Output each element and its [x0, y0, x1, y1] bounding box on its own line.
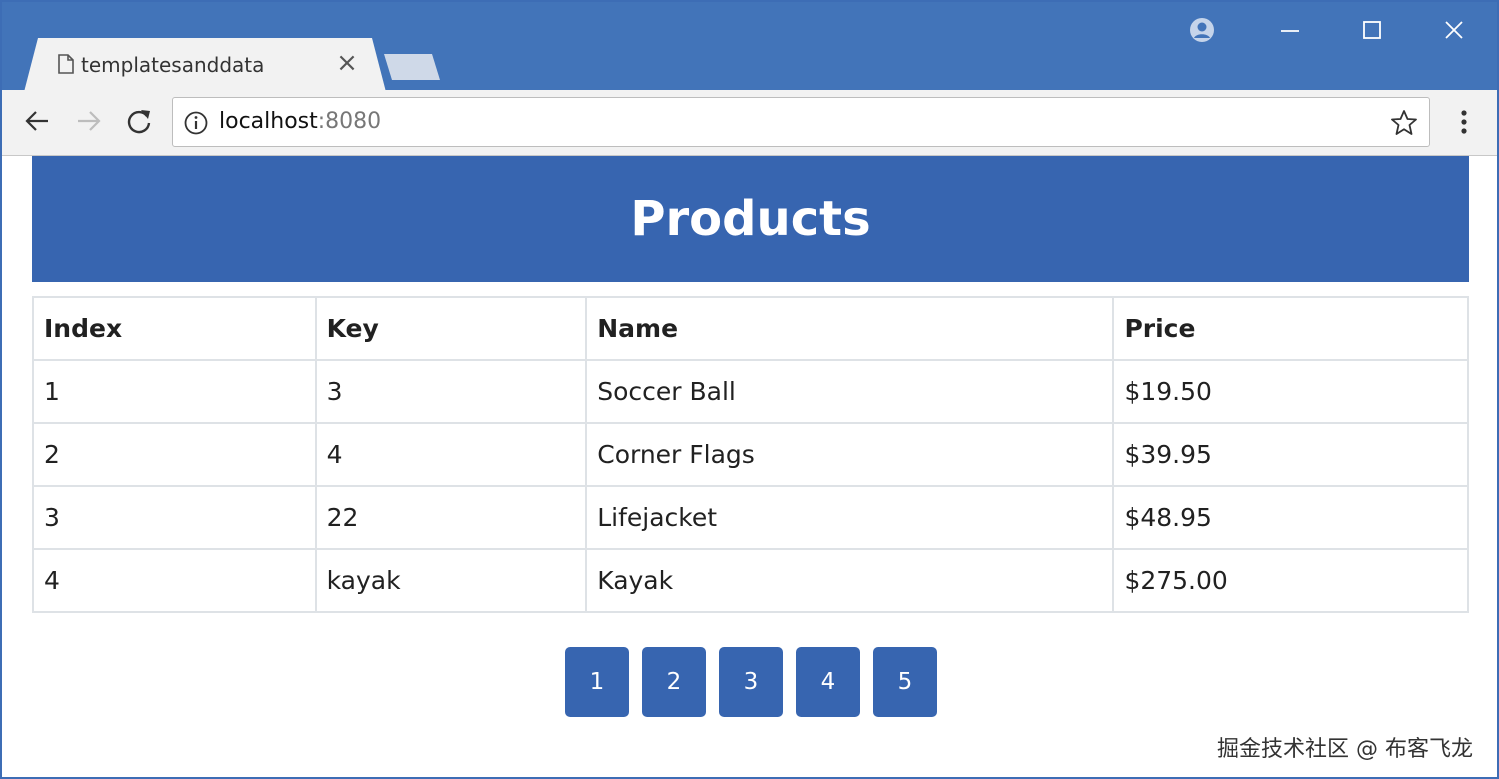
cell-index: 4: [32, 548, 317, 613]
table-row: 2 4 Corner Flags $39.95: [32, 422, 1469, 487]
url-host: localhost: [219, 109, 318, 134]
pagination: 1 2 3 4 5: [565, 647, 937, 717]
cell-index: 3: [32, 485, 317, 550]
page-button-1[interactable]: 1: [565, 647, 629, 717]
column-header-name: Name: [585, 296, 1115, 361]
maximize-button[interactable]: [1352, 10, 1392, 50]
browser-tab[interactable]: templatesanddata ×: [24, 38, 386, 92]
forward-button[interactable]: [72, 104, 106, 138]
page-title: Products: [630, 191, 871, 247]
kebab-menu-icon: [1461, 110, 1467, 134]
address-bar[interactable]: localhost:8080: [172, 97, 1430, 147]
window-close-button[interactable]: [1434, 10, 1474, 50]
browser-toolbar: localhost:8080: [2, 90, 1497, 156]
cell-key: 22: [314, 485, 588, 550]
page-button-5[interactable]: 5: [873, 647, 937, 717]
cell-price: $39.95: [1112, 422, 1469, 487]
cell-index: 1: [32, 359, 317, 424]
page-header: Products: [32, 156, 1469, 282]
minimize-icon: [1281, 30, 1299, 32]
watermark: 掘金技术社区 @ 布客飞龙: [1217, 737, 1473, 762]
document-icon: [58, 54, 74, 74]
cell-price: $275.00: [1112, 548, 1469, 613]
cell-index: 2: [32, 422, 317, 487]
cell-name: Soccer Ball: [585, 359, 1115, 424]
table-row: 4 kayak Kayak $275.00: [32, 548, 1469, 613]
reload-button[interactable]: [122, 104, 156, 138]
cell-key: kayak: [314, 548, 588, 613]
cell-price: $48.95: [1112, 485, 1469, 550]
back-button[interactable]: [20, 104, 54, 138]
cell-name: Kayak: [585, 548, 1115, 613]
browser-menu-button[interactable]: [1450, 106, 1478, 138]
maximize-icon: [1363, 21, 1381, 39]
tab-close-button[interactable]: ×: [334, 49, 360, 77]
tab-title: templatesanddata: [81, 53, 265, 77]
page-button-4[interactable]: 4: [796, 647, 860, 717]
table-row: 3 22 Lifejacket $48.95: [32, 485, 1469, 550]
table-row: 1 3 Soccer Ball $19.50: [32, 359, 1469, 424]
profile-icon: [1190, 18, 1214, 42]
column-header-index: Index: [32, 296, 317, 361]
browser-window: templatesanddata × localhost:8080 Produc…: [0, 0, 1499, 779]
page-content: Products Index Key Name Price 1 3 Soccer…: [2, 156, 1497, 777]
arrow-right-icon: [78, 111, 101, 131]
cell-key: 3: [314, 359, 588, 424]
column-header-price: Price: [1112, 296, 1469, 361]
page-button-2[interactable]: 2: [642, 647, 706, 717]
cell-name: Corner Flags: [585, 422, 1115, 487]
table-header-row: Index Key Name Price: [32, 296, 1469, 361]
new-tab-button[interactable]: [384, 54, 440, 80]
cell-name: Lifejacket: [585, 485, 1115, 550]
star-icon[interactable]: [1389, 108, 1419, 138]
arrow-left-icon: [25, 111, 48, 131]
minimize-button[interactable]: [1270, 10, 1310, 50]
url-text[interactable]: localhost:8080: [219, 109, 381, 134]
page-button-3[interactable]: 3: [719, 647, 783, 717]
cell-key: 4: [314, 422, 588, 487]
products-table: Index Key Name Price 1 3 Soccer Ball $19…: [32, 296, 1469, 613]
cell-price: $19.50: [1112, 359, 1469, 424]
info-icon[interactable]: [183, 110, 209, 136]
close-icon: [1445, 21, 1463, 39]
reload-icon: [127, 110, 151, 134]
column-header-key: Key: [314, 296, 588, 361]
profile-button[interactable]: [1182, 10, 1222, 50]
title-bar: templatesanddata ×: [2, 2, 1497, 92]
url-port: :8080: [317, 109, 382, 134]
